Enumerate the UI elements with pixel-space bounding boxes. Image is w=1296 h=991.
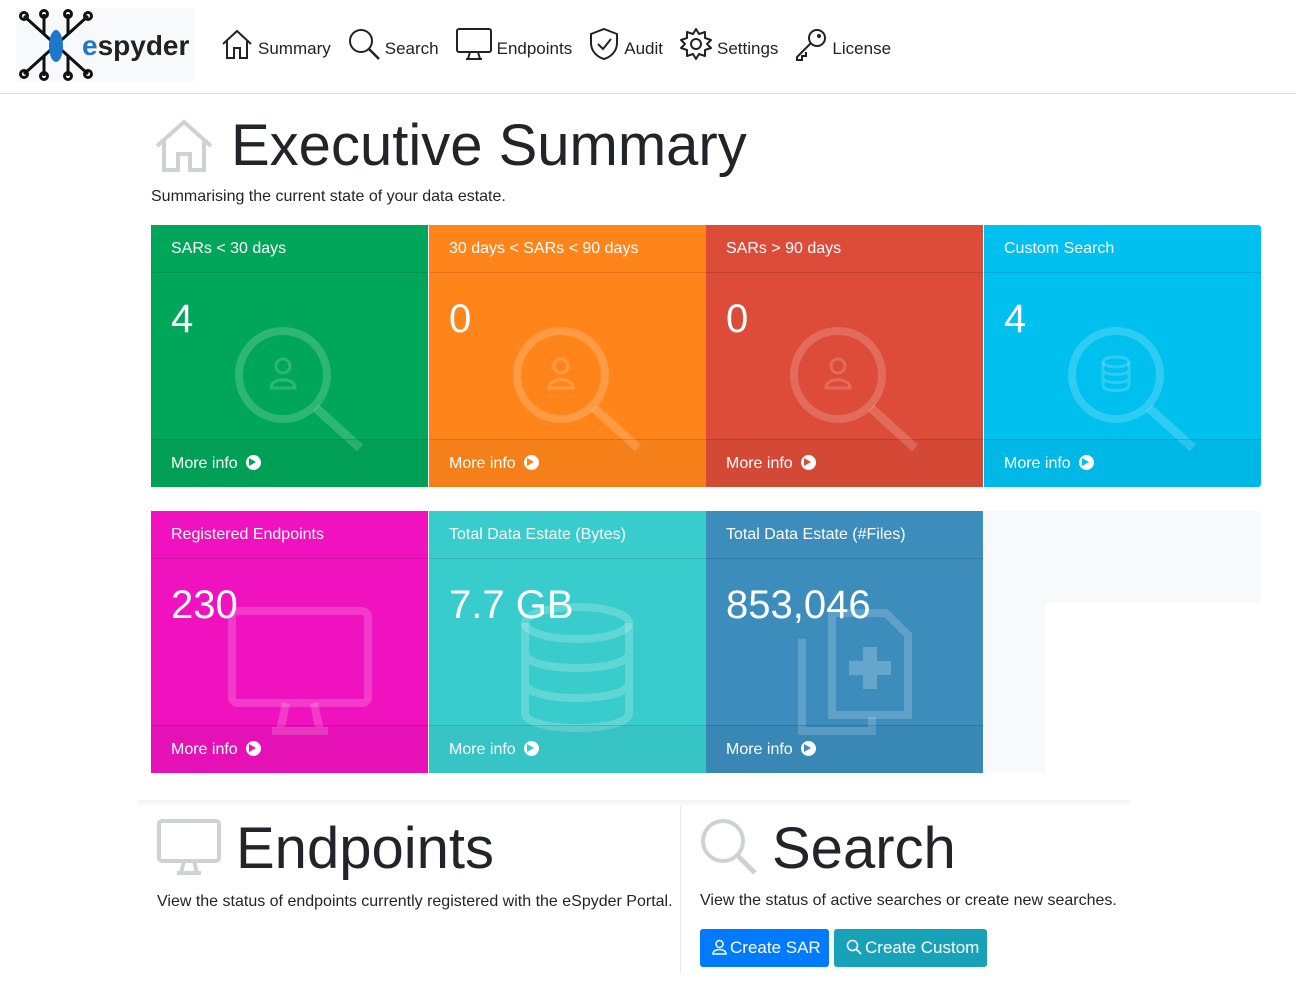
nav-endpoints[interactable]: Endpoints bbox=[455, 27, 573, 61]
espyder-logo[interactable]: espyder bbox=[16, 8, 194, 82]
tile-footer-label: More info bbox=[449, 741, 516, 758]
tile-custom-search: Custom Search 4 More info bbox=[984, 225, 1261, 487]
tile-footer-label: More info bbox=[171, 741, 238, 758]
logo-text-rest: spyder bbox=[97, 30, 190, 61]
search-person-icon bbox=[235, 327, 364, 452]
tile-value: 0 bbox=[726, 297, 749, 341]
tile-more-info-link[interactable]: More info bbox=[429, 439, 706, 487]
vertical-divider bbox=[680, 806, 681, 974]
search-icon bbox=[846, 939, 862, 955]
nav-summary[interactable]: Summary bbox=[220, 28, 331, 60]
nav-search-label: Search bbox=[384, 39, 439, 58]
tile-title: Registered Endpoints bbox=[151, 511, 428, 559]
nav-license[interactable]: License bbox=[794, 27, 891, 61]
tile-title: 30 days < SARs < 90 days bbox=[429, 225, 706, 273]
gear-icon bbox=[679, 28, 712, 60]
monitor-icon bbox=[157, 819, 221, 875]
search-section-title: Search bbox=[772, 816, 956, 881]
tile-footer-label: More info bbox=[171, 455, 238, 472]
overlay-patch bbox=[1045, 603, 1296, 773]
tile-footer-label: More info bbox=[449, 455, 516, 472]
tile-more-info-link[interactable]: More info bbox=[706, 725, 983, 773]
top-navbar: espyder Summary Search Endpoints Audit S… bbox=[0, 0, 1296, 94]
key-icon bbox=[796, 29, 827, 61]
tile-value: 0 bbox=[449, 297, 472, 341]
tile-registered-endpoints: Registered Endpoints 230 More info bbox=[151, 511, 428, 773]
tile-title: SARs < 30 days bbox=[151, 225, 428, 273]
tile-value: 4 bbox=[171, 297, 194, 341]
tile-more-info-link[interactable]: More info bbox=[151, 725, 428, 773]
page-title: Executive Summary bbox=[231, 113, 747, 178]
shield-check-icon bbox=[590, 27, 619, 61]
search-database-icon bbox=[1068, 327, 1197, 452]
create-custom-button[interactable]: Create Custom bbox=[834, 929, 987, 967]
main-nav: Summary Search Endpoints Audit Settings … bbox=[220, 24, 907, 64]
search-icon bbox=[348, 29, 380, 60]
tile-footer-label: More info bbox=[726, 741, 793, 758]
tile-footer-label: More info bbox=[726, 455, 793, 472]
tile-title: Total Data Estate (Bytes) bbox=[429, 511, 706, 559]
tile-more-info-link[interactable]: More info bbox=[429, 725, 706, 773]
nav-settings[interactable]: Settings bbox=[679, 27, 778, 61]
tile-footer-label: More info bbox=[1004, 455, 1071, 472]
nav-summary-label: Summary bbox=[258, 39, 331, 58]
tile-title: Custom Search bbox=[984, 225, 1261, 273]
section-divider bbox=[138, 800, 1130, 808]
endpoints-section-title: Endpoints bbox=[236, 816, 494, 881]
nav-search[interactable]: Search bbox=[347, 27, 439, 61]
create-sar-label: Create SAR bbox=[730, 938, 821, 957]
monitor-icon bbox=[228, 607, 372, 735]
arrow-circle-right-icon bbox=[1079, 455, 1095, 470]
logo-text-prefix: e bbox=[82, 30, 98, 61]
monitor-icon bbox=[455, 28, 492, 60]
nav-endpoints-label: Endpoints bbox=[496, 39, 573, 58]
home-icon bbox=[155, 119, 213, 172]
files-plus-icon bbox=[798, 609, 912, 735]
tile-title: SARs > 90 days bbox=[706, 225, 983, 273]
arrow-circle-right-icon bbox=[801, 741, 817, 756]
search-person-icon bbox=[513, 327, 642, 452]
nav-settings-label: Settings bbox=[716, 39, 779, 58]
tile-value: 4 bbox=[1004, 297, 1027, 341]
page-subtitle: Summarising the current state of your da… bbox=[151, 188, 506, 205]
search-icon bbox=[701, 819, 757, 875]
home-icon bbox=[222, 29, 252, 59]
tile-more-info-link[interactable]: More info bbox=[706, 439, 983, 487]
tile-more-info-link[interactable]: More info bbox=[984, 439, 1261, 487]
tile-sars-over-90: SARs > 90 days 0 More info bbox=[706, 225, 983, 487]
create-sar-button[interactable]: Create SAR bbox=[700, 929, 829, 967]
arrow-circle-right-icon bbox=[246, 741, 262, 756]
tile-sars-under-30: SARs < 30 days 4 More info bbox=[151, 225, 428, 487]
arrow-circle-right-icon bbox=[801, 455, 817, 470]
nav-audit[interactable]: Audit bbox=[588, 27, 663, 61]
create-custom-label: Create Custom bbox=[865, 938, 980, 957]
tile-more-info-link[interactable]: More info bbox=[151, 439, 428, 487]
tile-title: Total Data Estate (#Files) bbox=[706, 511, 983, 559]
search-section-text: View the status of active searches or cr… bbox=[700, 892, 1117, 909]
user-icon bbox=[712, 939, 727, 955]
arrow-circle-right-icon bbox=[246, 455, 262, 470]
tile-total-data-bytes: Total Data Estate (Bytes) 7.7 GB More in… bbox=[429, 511, 706, 773]
endpoints-section-text: View the status of endpoints currently r… bbox=[157, 893, 673, 910]
arrow-circle-right-icon bbox=[524, 741, 540, 756]
search-person-icon bbox=[790, 327, 919, 452]
database-icon bbox=[521, 603, 633, 732]
tile-sars-30-to-90: 30 days < SARs < 90 days 0 More info bbox=[429, 225, 706, 487]
nav-license-label: License bbox=[832, 39, 892, 58]
arrow-circle-right-icon bbox=[524, 455, 540, 470]
nav-audit-label: Audit bbox=[624, 39, 663, 58]
tile-total-data-files: Total Data Estate (#Files) 853,046 More … bbox=[706, 511, 983, 773]
